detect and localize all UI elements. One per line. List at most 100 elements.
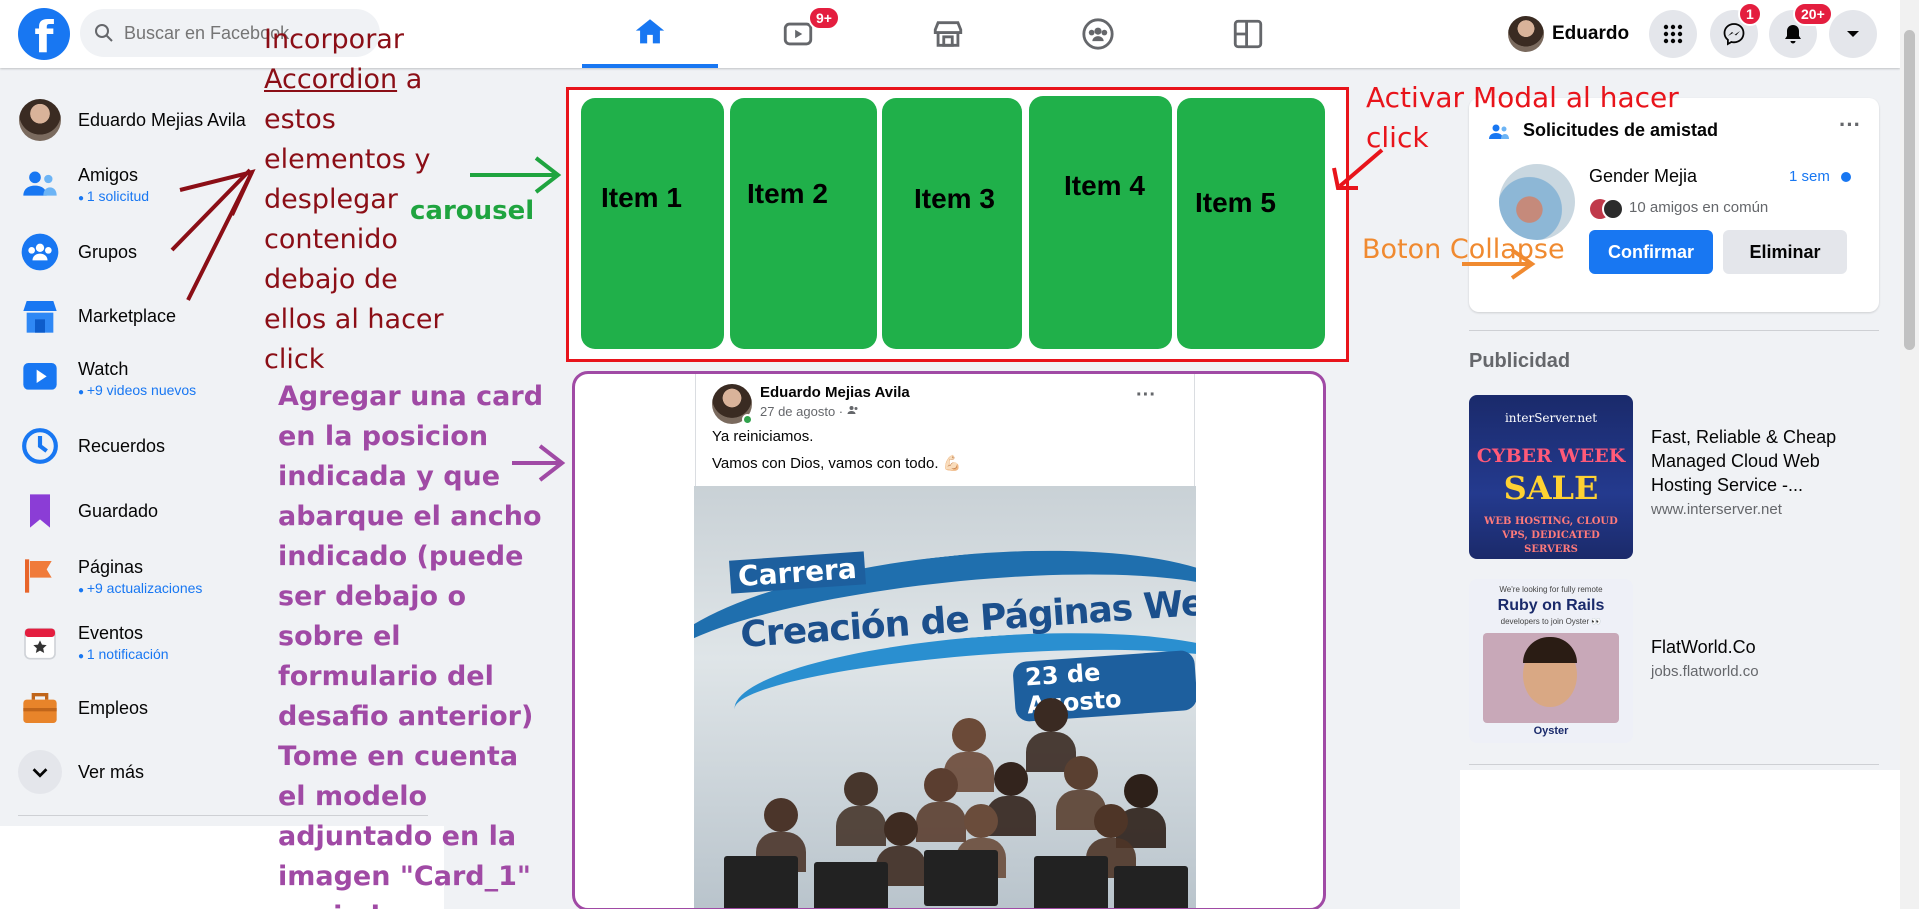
carousel-item-1[interactable]: Item 1 [581, 98, 724, 349]
request-time: 1 sem [1789, 168, 1830, 185]
menu-button[interactable] [1649, 10, 1697, 58]
ad-item[interactable]: interServer.net CYBER WEEK SALE WEB HOST… [1469, 395, 1861, 559]
caret-down-icon [1847, 31, 1859, 37]
sidebar-item-groups[interactable]: Grupos [18, 230, 137, 274]
messenger-button[interactable]: 1 [1710, 2, 1762, 58]
sidebar-item-saved[interactable]: Guardado [18, 489, 158, 533]
ad-title: Fast, Reliable & Cheap Managed Cloud Web… [1651, 427, 1837, 495]
sidebar-item-friends[interactable]: Amigos 1 solicitud [18, 162, 149, 206]
annotation-card: Agregar una card en la posicion indicada… [278, 381, 544, 909]
calendar-icon [24, 627, 56, 660]
sidebar-item-jobs[interactable]: Empleos [18, 686, 148, 730]
tab-groups[interactable] [1030, 0, 1166, 68]
sidebar-item-label: Grupos [78, 241, 138, 262]
groups-icon [21, 233, 59, 271]
sidebar-see-more[interactable]: Ver más [18, 750, 144, 794]
carousel-item-label: Item 2 [747, 178, 828, 209]
marketplace-icon [23, 301, 57, 333]
sidebar-item-sub: 1 solicitud [78, 188, 149, 204]
sidebar-item-pages[interactable]: Páginas +9 actualizaciones [18, 554, 202, 598]
sidebar-item-label: Ver más [78, 761, 145, 782]
sidebar-item-watch[interactable]: Watch +9 videos nuevos [18, 356, 196, 400]
mutual-friends-avatars [1590, 198, 1624, 220]
delete-button[interactable]: Eliminar [1723, 230, 1847, 274]
annotation-text: Accordion [264, 64, 398, 95]
ad-thumb-brand: interServer.net [1504, 411, 1598, 425]
sidebar-item-label: Páginas [78, 556, 144, 577]
sidebar-item-profile[interactable]: Eduardo Mejias Avila [18, 98, 246, 142]
carousel-item-2[interactable]: Item 2 [730, 98, 877, 349]
confirm-button[interactable]: Confirmar [1589, 230, 1713, 274]
profile-chip[interactable]: Eduardo [1508, 14, 1629, 54]
pages-flag-icon [25, 559, 52, 593]
ad-thumb-brand: Oyster [1533, 725, 1569, 737]
post-date-text: 27 de agosto · [760, 404, 844, 419]
messenger-badge: 1 [1738, 2, 1762, 26]
home-icon [635, 19, 665, 44]
notifications-button[interactable]: 20+ [1769, 2, 1833, 58]
carousel-item-label: Item 3 [914, 183, 995, 214]
ad-thumbnail: We're looking for fully remote Ruby on R… [1469, 579, 1633, 743]
sidebar-item-sub: 1 notificación [78, 646, 169, 662]
ad-thumbnail: interServer.net CYBER WEEK SALE WEB HOST… [1469, 395, 1633, 559]
scrollbar-thumb[interactable] [1904, 30, 1915, 350]
carousel-item-label: Item 1 [601, 182, 682, 213]
carousel: Item 1 Item 2 Item 3 Item 4 Item 5 [566, 87, 1349, 362]
carousel-item-label: Item 5 [1195, 187, 1276, 218]
ad-thumb-headline: We're looking for fully remote [1499, 585, 1603, 594]
scrollbar[interactable] [1900, 0, 1919, 909]
sidebar-item-marketplace[interactable]: Marketplace [18, 294, 176, 338]
accordion-arrow [170, 168, 256, 301]
sidebar-item-label: Watch [78, 358, 129, 379]
ad-url: www.interserver.net [1651, 501, 1782, 518]
marketplace-store-icon [933, 21, 963, 47]
tab-marketplace[interactable] [880, 0, 1016, 68]
account-button[interactable] [1829, 10, 1877, 58]
ad-title: FlatWorld.Co [1651, 637, 1756, 657]
post-text-line: Ya reiniciamos. [712, 428, 814, 445]
mutual-friends-text: 10 amigos en común [1629, 199, 1769, 216]
post-image[interactable]: Carrera Creación de Páginas Web 23 de Ag… [694, 486, 1196, 908]
sidebar-item-sub: +9 videos nuevos [78, 382, 196, 398]
post-author[interactable]: Eduardo Mejias Avila [760, 384, 910, 401]
bookmark-icon [30, 494, 50, 528]
profile-avatar [1508, 16, 1544, 52]
sidebar-item-label: Marketplace [78, 305, 177, 326]
post-card-frame: Eduardo Mejias Avila 27 de agosto · ··· … [572, 371, 1326, 909]
carousel-item-3[interactable]: Item 3 [882, 98, 1022, 349]
sidebar-item-label: Recuerdos [78, 435, 166, 456]
post-date[interactable]: 27 de agosto · [760, 404, 859, 419]
carousel-item-label: Item 4 [1064, 170, 1145, 201]
menu-grid-icon [1663, 24, 1683, 44]
ad-thumb-headline: CYBER WEEK [1476, 445, 1626, 467]
tab-home[interactable] [582, 0, 718, 68]
messenger-icon [1723, 23, 1745, 46]
sidebar-item-label: Amigos [78, 164, 139, 185]
tab-gaming[interactable] [1180, 0, 1316, 68]
ad-item[interactable]: We're looking for fully remote Ruby on R… [1469, 579, 1861, 743]
tab-watch[interactable]: 9+ [730, 0, 866, 68]
requester-avatar[interactable] [1499, 164, 1575, 240]
requester-name[interactable]: Gender Mejia [1589, 166, 1697, 187]
profile-name: Eduardo [1552, 23, 1630, 44]
facebook-logo[interactable]: f [18, 8, 70, 60]
carousel-item-5[interactable]: Item 5 [1177, 98, 1325, 349]
notifications-badge: 20+ [1793, 2, 1833, 26]
carousel-item-4[interactable]: Item 4 [1029, 96, 1172, 349]
post-more-options-icon[interactable]: ··· [1136, 384, 1156, 407]
friends-privacy-icon [847, 406, 858, 414]
sidebar-item-memories[interactable]: Recuerdos [18, 424, 165, 468]
online-indicator [742, 414, 753, 425]
more-options-icon[interactable]: ··· [1839, 112, 1861, 138]
right-column-footer [1460, 770, 1900, 909]
sidebar-item-label: Eventos [78, 622, 144, 643]
unread-dot [1841, 172, 1851, 182]
sidebar-item-events[interactable]: Eventos 1 notificación [18, 620, 169, 664]
ad-thumb-sale: SALE [1503, 469, 1599, 507]
profile-avatar [18, 98, 62, 142]
annotation-modal: Activar Modal al hacer click [1366, 81, 1679, 154]
search-icon [95, 24, 113, 42]
post-card: Eduardo Mejias Avila 27 de agosto · ··· … [694, 374, 1196, 908]
memories-icon [22, 428, 58, 464]
ad-thumb-sub: WEB HOSTING, CLOUD VPS, DEDICATED SERVER… [1484, 516, 1618, 555]
